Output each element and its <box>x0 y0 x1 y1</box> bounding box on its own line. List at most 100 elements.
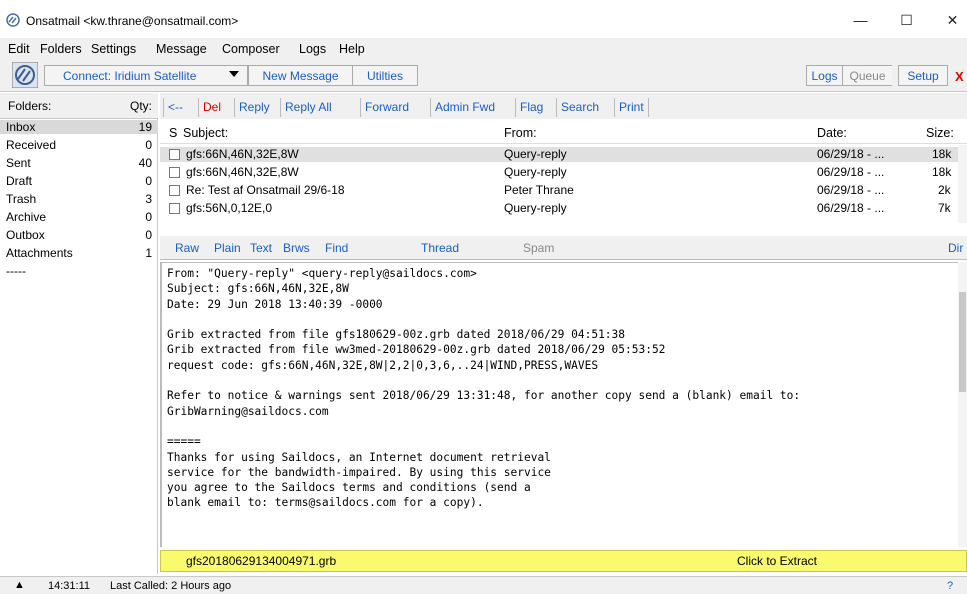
attachment-bar[interactable]: gfs20180629134004971.grb Click to Extrac… <box>160 550 967 572</box>
message-checkbox[interactable] <box>169 149 180 160</box>
window-title: Onsatmail <kw.thrane@onsatmail.com> <box>26 14 239 28</box>
message-row[interactable]: gfs:66N,46N,32E,8W Query-reply 06/29/18 … <box>160 147 960 162</box>
tab-dir[interactable]: Dir <box>948 241 963 255</box>
folder-name: Trash <box>6 192 37 206</box>
tab-browse[interactable]: Brws <box>283 241 310 255</box>
chevron-down-icon <box>229 71 239 77</box>
utilities-button[interactable]: Utilties <box>352 65 418 86</box>
menu-help[interactable]: Help <box>339 42 365 56</box>
message-row[interactable]: gfs:56N,0,12E,0 Query-reply 06/29/18 - .… <box>160 201 960 216</box>
scrollbar-thumb[interactable] <box>959 292 966 392</box>
tab-spam[interactable]: Spam <box>523 241 554 255</box>
forward-button[interactable]: Forward <box>360 98 413 117</box>
folder-name: ----- <box>6 264 26 278</box>
logs-button[interactable]: Logs <box>806 65 842 86</box>
attachment-filename[interactable]: gfs20180629134004971.grb <box>186 554 336 568</box>
message-size: 18k <box>932 165 952 179</box>
folder-qty: 0 <box>145 228 152 242</box>
menu-logs[interactable]: Logs <box>299 42 326 56</box>
menu-folders[interactable]: Folders <box>40 42 82 56</box>
connect-dropdown[interactable]: Connect: Iridium Satellite <box>44 65 248 86</box>
message-size: 18k <box>932 147 952 161</box>
folder-qty: 0 <box>145 138 152 152</box>
status-last-called: Last Called: 2 Hours ago <box>110 580 232 592</box>
message-body[interactable]: From: "Query-reply" <query-reply@saildoc… <box>160 262 958 547</box>
reply-button[interactable]: Reply <box>234 98 274 117</box>
scroll-up-icon[interactable]: ▲ <box>14 579 25 591</box>
folder-name: Inbox <box>6 120 36 134</box>
message-checkbox[interactable] <box>169 167 180 178</box>
minimize-icon[interactable]: — <box>838 6 883 34</box>
folder-archive[interactable]: Archive 0 <box>0 210 158 224</box>
app-logo-icon <box>6 13 20 27</box>
toolbar: Connect: Iridium Satellite New Message U… <box>0 60 967 92</box>
folder-separator: ----- <box>0 264 158 278</box>
print-button[interactable]: Print <box>614 98 649 117</box>
new-message-button[interactable]: New Message <box>248 65 352 86</box>
tab-find[interactable]: Find <box>325 241 348 255</box>
folder-received[interactable]: Received 0 <box>0 138 158 152</box>
tab-thread[interactable]: Thread <box>421 241 459 255</box>
subject-column-header[interactable]: Subject: <box>183 126 228 140</box>
extract-button[interactable]: Click to Extract <box>737 554 817 568</box>
folder-list: Inbox 19 Received 0 Sent 40 Draft 0 Trash 3 A… <box>0 119 158 574</box>
tab-raw[interactable]: Raw <box>175 241 199 255</box>
message-from: Query-reply <box>504 165 567 179</box>
message-from: Peter Thrane <box>504 183 574 197</box>
status-column-header[interactable]: S <box>169 126 177 140</box>
folder-inbox[interactable]: Inbox 19 <box>0 120 158 134</box>
message-size: 2k <box>938 183 951 197</box>
message-subject: gfs:66N,46N,32E,8W <box>186 165 299 179</box>
folder-name: Outbox <box>6 228 45 242</box>
message-row[interactable]: gfs:66N,46N,32E,8W Query-reply 06/29/18 … <box>160 165 960 180</box>
tab-text[interactable]: Text <box>250 241 272 255</box>
message-body-scrollbar[interactable] <box>958 262 967 547</box>
date-column-header[interactable]: Date: <box>817 126 847 140</box>
message-checkbox[interactable] <box>169 203 180 214</box>
reply-all-button[interactable]: Reply All <box>280 98 336 117</box>
admin-forward-button[interactable]: Admin Fwd <box>430 98 499 117</box>
message-date: 06/29/18 - ... <box>817 165 885 179</box>
message-size: 7k <box>938 201 951 215</box>
maximize-icon[interactable]: ☐ <box>884 6 929 34</box>
folder-attachments[interactable]: Attachments 1 <box>0 246 158 260</box>
menu-composer[interactable]: Composer <box>222 42 280 56</box>
tab-plain[interactable]: Plain <box>214 241 241 255</box>
message-row[interactable]: Re: Test af Onsatmail 29/6-18 Peter Thra… <box>160 183 960 198</box>
delete-button[interactable]: Del <box>198 98 225 117</box>
folder-sent[interactable]: Sent 40 <box>0 156 158 170</box>
message-list-header: S Subject: From: Date: Size: <box>160 122 967 144</box>
message-subject: gfs:66N,46N,32E,8W <box>186 147 299 161</box>
message-checkbox[interactable] <box>169 185 180 196</box>
menu-message[interactable]: Message <box>156 42 207 56</box>
message-body-text: From: "Query-reply" <query-reply@saildoc… <box>167 267 801 510</box>
folder-outbox[interactable]: Outbox 0 <box>0 228 158 242</box>
search-button[interactable]: Search <box>556 98 603 117</box>
back-button[interactable]: <-- <box>163 98 187 117</box>
message-action-bar: <-- Del Reply Reply All Forward Admin Fw… <box>160 93 967 119</box>
from-column-header[interactable]: From: <box>504 126 537 140</box>
menu-settings[interactable]: Settings <box>91 42 136 56</box>
menu-edit[interactable]: Edit <box>8 42 30 56</box>
setup-button[interactable]: Setup <box>898 65 948 86</box>
satellite-logo-icon <box>12 62 38 88</box>
qty-header-label: Qty: <box>130 99 153 113</box>
flag-button[interactable]: Flag <box>515 98 547 117</box>
message-date: 06/29/18 - ... <box>817 183 885 197</box>
folder-trash[interactable]: Trash 3 <box>0 192 158 206</box>
folders-header: Folders: Qty: <box>0 93 158 119</box>
queue-button[interactable]: Queue <box>842 65 892 86</box>
connect-label: Connect: Iridium Satellite <box>63 69 197 83</box>
title-bar: Onsatmail <kw.thrane@onsatmail.com> — ☐ … <box>0 0 967 38</box>
help-icon[interactable]: ? <box>947 580 953 592</box>
folder-draft[interactable]: Draft 0 <box>0 174 158 188</box>
close-icon[interactable]: ✕ <box>930 6 967 34</box>
close-red-icon[interactable]: X <box>955 69 964 84</box>
folder-qty: 0 <box>145 210 152 224</box>
folders-header-label: Folders: <box>8 99 52 113</box>
message-subject: gfs:56N,0,12E,0 <box>186 201 273 215</box>
size-column-header[interactable]: Size: <box>926 126 954 140</box>
message-date: 06/29/18 - ... <box>817 201 885 215</box>
message-list-scrollbar[interactable] <box>958 145 967 223</box>
folder-name: Attachments <box>6 246 73 260</box>
